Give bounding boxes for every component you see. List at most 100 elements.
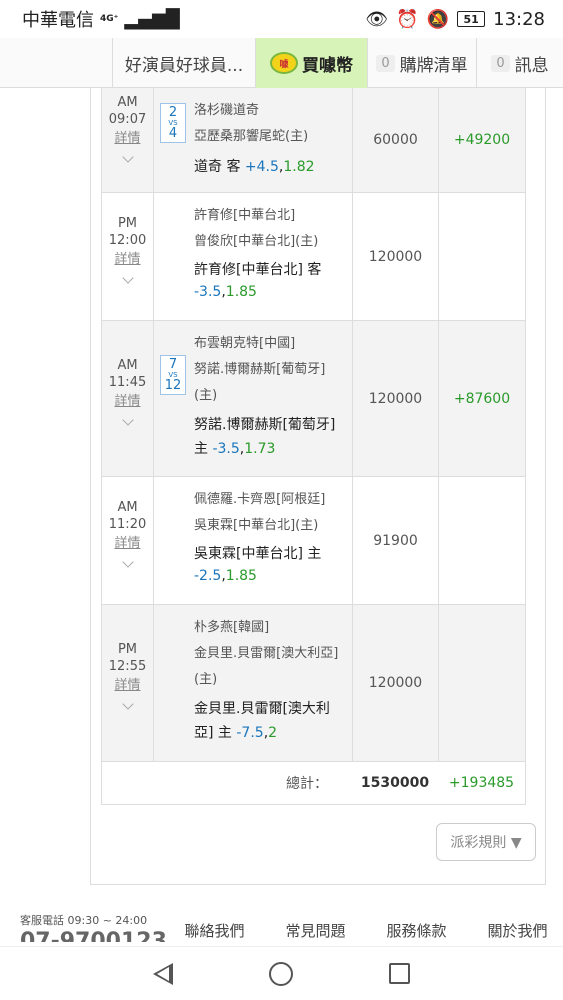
- network-indicator: 4G⁺: [100, 13, 119, 24]
- pick-line: 金貝里.貝雷爾[澳大利 亞] 主 -7.5,2: [194, 701, 330, 741]
- handicap-value: -7.5: [236, 725, 264, 741]
- back-icon[interactable]: [153, 962, 173, 985]
- pick-team: 金貝里.貝雷爾[澳大利: [194, 701, 330, 717]
- team-home: 亞歷桑那響尾蛇(主): [194, 129, 309, 144]
- win-amount: [439, 477, 525, 604]
- pick-side: 主: [194, 441, 208, 457]
- count-badge: 0: [491, 54, 510, 72]
- time-cell: PM 12:00 詳情: [102, 193, 154, 320]
- detail-link[interactable]: 詳情: [114, 677, 140, 694]
- handicap-value: -3.5: [194, 284, 222, 300]
- home-icon[interactable]: [269, 961, 293, 986]
- team-away: 洛杉磯道奇: [194, 103, 260, 118]
- bet-amount: 60000: [353, 88, 439, 192]
- tab-messages[interactable]: 0 訊息: [476, 38, 563, 88]
- ampm-label: PM: [117, 642, 138, 657]
- tab-label: 買噱幣: [302, 55, 353, 76]
- detail-link[interactable]: 詳情: [114, 535, 140, 552]
- game-cell: 朴多燕[韓國] 金貝里.貝雷爾[澳大利亞] (主) 金貝里.貝雷爾[澳大利 亞]…: [154, 605, 353, 761]
- home-marker: (主): [194, 388, 218, 403]
- bet-table: AM 09:07 詳情 2 VS 4 洛杉磯道奇 亞歷桑那響尾蛇(主) 道奇 客…: [101, 88, 526, 805]
- total-row: 總計： 1530000 +193485: [102, 762, 525, 804]
- footer-links: 聯絡我們 常見問題 服務條款 關於我們: [164, 920, 563, 941]
- pick-line: 許育修[中華台北] 客 -3.5,1.85: [194, 262, 322, 300]
- game-cell: 佩德羅.卡齊恩[阿根廷] 吳東霖[中華台北](主) 吳東霖[中華台北] 主 -2…: [154, 477, 353, 604]
- pick-team: 努諾.博爾赫斯[葡萄牙]: [194, 417, 336, 433]
- win-amount: [439, 605, 525, 761]
- team-home: 吳東霖[中華台北](主): [194, 518, 319, 533]
- footer-link-faq[interactable]: 常見問題: [265, 920, 366, 941]
- system-nav-bar: [0, 946, 563, 1000]
- footer: 客服電話 09:30 ~ 24:00 07-9700123 聯絡我們 常見問題 …: [0, 900, 563, 946]
- chevron-down-icon[interactable]: [121, 698, 134, 710]
- bet-amount: 91900: [353, 477, 439, 604]
- table-row: AM 11:20 詳情 佩德羅.卡齊恩[阿根廷] 吳東霖[中華台北](主) 吳東…: [102, 477, 525, 605]
- total-label: 總計：: [286, 776, 328, 792]
- ampm-label: AM: [117, 95, 138, 110]
- status-bar: 中華電信 4G⁺ ▂▄▆█ 👁 ⏰ 🔕 51 13:28: [0, 0, 563, 38]
- detail-link[interactable]: 詳情: [114, 393, 140, 410]
- tab-label: 訊息: [514, 55, 549, 76]
- signal-icon: ▂▄▆█: [124, 8, 180, 30]
- time-cell: AM 11:20 詳情: [102, 477, 154, 604]
- handicap-value: -2.5: [194, 568, 222, 584]
- home-marker: (主): [194, 672, 218, 687]
- score-away: 2: [168, 105, 178, 120]
- team-home: 金貝里.貝雷爾[澳大利亞]: [194, 646, 339, 661]
- tab-ticket-list[interactable]: 0 購牌清單: [367, 38, 476, 88]
- payout-rules-button[interactable]: 派彩規則 ▼: [436, 823, 536, 861]
- pick-line: 道奇 客 +4.5,1.82: [194, 159, 315, 175]
- score-home: 4: [168, 126, 178, 141]
- customer-service-hours: 客服電話 09:30 ~ 24:00: [20, 914, 148, 927]
- tab-buy-coins[interactable]: 噱 買噱幣: [255, 38, 367, 88]
- pick-team: 道奇 客: [194, 159, 241, 175]
- score-home: 12: [164, 378, 182, 393]
- score-box: 7 VS 12: [160, 355, 186, 395]
- time-cell: AM 09:07 詳情: [102, 88, 154, 192]
- pick-team: 許育修[中華台北] 客: [194, 262, 322, 278]
- battery-icon: 51: [457, 11, 486, 27]
- table-row: PM 12:00 詳情 許育修[中華台北] 曾俊欣[中華台北](主) 許育修[中…: [102, 193, 525, 321]
- table-row: AM 09:07 詳情 2 VS 4 洛杉磯道奇 亞歷桑那響尾蛇(主) 道奇 客…: [102, 88, 525, 193]
- eye-icon: 👁: [365, 8, 389, 30]
- chevron-down-icon[interactable]: [121, 151, 134, 163]
- handicap-value: +4.5: [244, 159, 279, 175]
- total-amount: 1530000: [360, 775, 430, 791]
- pick-line: 努諾.博爾赫斯[葡萄牙] 主 -3.5,1.73: [194, 417, 336, 457]
- pick-team: 吳東霖[中華台北] 主: [194, 546, 322, 562]
- team-away: 朴多燕[韓國]: [194, 620, 270, 635]
- customer-service-phone[interactable]: 07-9700123: [20, 928, 167, 942]
- detail-link[interactable]: 詳情: [114, 130, 140, 147]
- score-box: 2 VS 4: [160, 103, 186, 143]
- recent-apps-icon[interactable]: [389, 963, 410, 984]
- payout-rules-label: 派彩規則 ▼: [450, 835, 522, 851]
- footer-link-terms[interactable]: 服務條款: [366, 920, 467, 941]
- detail-link[interactable]: 詳情: [114, 251, 140, 268]
- chevron-down-icon[interactable]: [121, 414, 134, 426]
- game-cell: 許育修[中華台北] 曾俊欣[中華台北](主) 許育修[中華台北] 客 -3.5,…: [154, 193, 353, 320]
- carrier-name: 中華電信: [22, 10, 94, 31]
- tab-label: 購牌清單: [399, 55, 468, 76]
- chevron-down-icon[interactable]: [121, 272, 134, 284]
- bet-history-panel: AM 09:07 詳情 2 VS 4 洛杉磯道奇 亞歷桑那響尾蛇(主) 道奇 客…: [90, 88, 546, 885]
- win-amount: [439, 193, 525, 320]
- footer-link-contact[interactable]: 聯絡我們: [164, 920, 265, 941]
- time-cell: AM 11:45 詳情: [102, 321, 154, 476]
- top-tabs: 好演員好球員... 噱 買噱幣 0 購牌清單 0 訊息: [0, 38, 563, 88]
- footer-link-about[interactable]: 關於我們: [467, 920, 563, 941]
- odds-value: 1.85: [225, 284, 257, 300]
- chevron-down-icon[interactable]: [121, 556, 134, 568]
- team-home: 曾俊欣[中華台北](主): [194, 234, 319, 249]
- team-away: 佩德羅.卡齊恩[阿根廷]: [194, 492, 326, 507]
- odds-value: 1.85: [225, 568, 257, 584]
- pick-line: 吳東霖[中華台北] 主 -2.5,1.85: [194, 546, 322, 584]
- time-label: 11:20: [108, 517, 147, 532]
- bet-amount: 120000: [353, 193, 439, 320]
- win-amount: +49200: [453, 132, 511, 148]
- tab-actor-player[interactable]: 好演員好球員...: [112, 38, 255, 88]
- team-away: 許育修[中華台北]: [194, 208, 296, 223]
- alarm-icon: ⏰: [396, 8, 419, 30]
- time-cell: PM 12:55 詳情: [102, 605, 154, 761]
- game-cell: 2 VS 4 洛杉磯道奇 亞歷桑那響尾蛇(主) 道奇 客 +4.5,1.82: [154, 88, 353, 192]
- mute-bell-icon: 🔕: [426, 8, 450, 30]
